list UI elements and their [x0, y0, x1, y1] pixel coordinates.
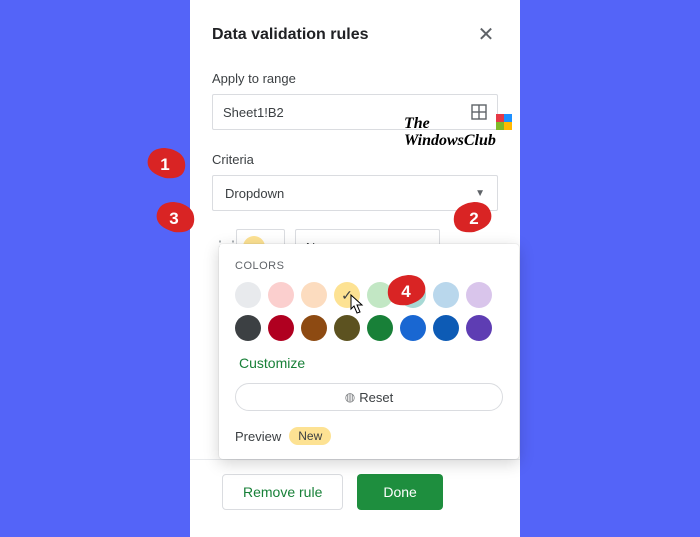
- reset-button[interactable]: ◍ Reset: [235, 383, 503, 411]
- svg-text:3: 3: [169, 209, 178, 228]
- color-swatch-12[interactable]: [367, 315, 393, 341]
- color-swatch-14[interactable]: [433, 315, 459, 341]
- watermark-text: TheWindowsClub: [404, 116, 496, 150]
- color-swatch-15[interactable]: [466, 315, 492, 341]
- criteria-value: Dropdown: [225, 186, 284, 201]
- svg-text:2: 2: [469, 209, 478, 228]
- color-swatch-11[interactable]: [334, 315, 360, 341]
- color-swatch-10[interactable]: [301, 315, 327, 341]
- color-swatch-0[interactable]: [235, 282, 261, 308]
- preview-row: Preview New: [235, 427, 503, 445]
- color-swatch-8[interactable]: [235, 315, 261, 341]
- color-swatch-1[interactable]: [268, 282, 294, 308]
- callout-2: 2: [432, 202, 492, 242]
- callout-1: 1: [147, 148, 207, 188]
- callout-4: 4: [366, 275, 426, 315]
- color-swatch-6[interactable]: [433, 282, 459, 308]
- svg-text:4: 4: [401, 282, 411, 301]
- criteria-label: Criteria: [212, 152, 498, 167]
- color-swatch-3[interactable]: ✓: [334, 282, 360, 308]
- preview-label: Preview: [235, 429, 281, 444]
- reset-label: Reset: [359, 390, 393, 405]
- close-icon[interactable]: ✕: [474, 22, 498, 47]
- callout-3: 3: [156, 202, 216, 242]
- color-swatch-2[interactable]: [301, 282, 327, 308]
- color-swatch-7[interactable]: [466, 282, 492, 308]
- preview-badge: New: [289, 427, 331, 445]
- remove-rule-button[interactable]: Remove rule: [222, 474, 343, 510]
- color-swatch-9[interactable]: [268, 315, 294, 341]
- colors-label: COLORS: [235, 260, 503, 272]
- watermark-logo: [496, 114, 512, 130]
- color-swatch-13[interactable]: [400, 315, 426, 341]
- panel-header: Data validation rules ✕: [212, 22, 498, 47]
- svg-text:1: 1: [160, 155, 169, 174]
- reset-icon: ◍: [345, 390, 355, 404]
- customize-link[interactable]: Customize: [239, 355, 503, 371]
- panel-title: Data validation rules: [212, 26, 369, 44]
- caret-down-icon: ▼: [475, 188, 485, 199]
- done-button[interactable]: Done: [357, 474, 442, 510]
- apply-range-label: Apply to range: [212, 71, 498, 86]
- footer-buttons: Remove rule Done: [212, 460, 498, 510]
